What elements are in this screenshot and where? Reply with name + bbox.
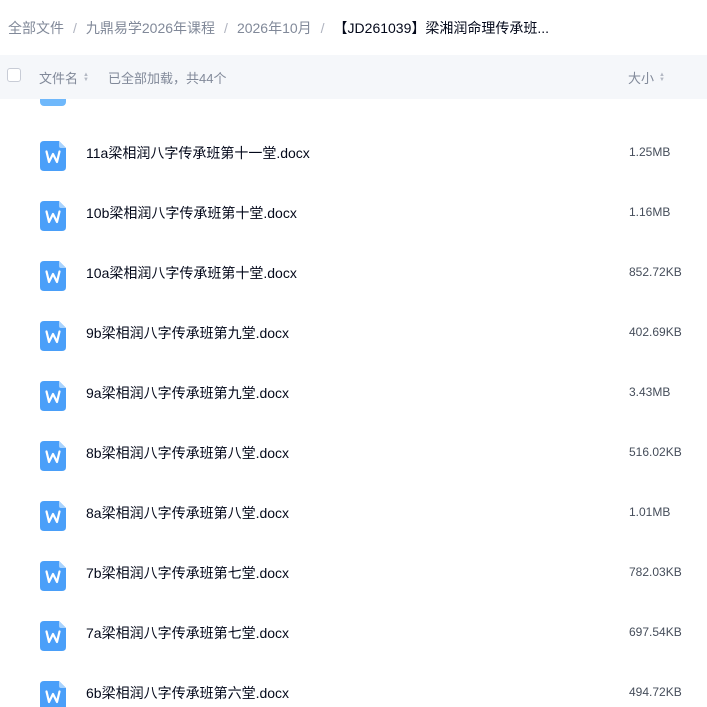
word-doc-icon bbox=[40, 201, 66, 236]
file-size: 697.54KB bbox=[629, 625, 682, 639]
file-name[interactable]: 9a梁相润八字传承班第九堂.docx bbox=[86, 383, 289, 403]
file-name[interactable]: 9b梁相润八字传承班第九堂.docx bbox=[86, 323, 289, 343]
column-header-size-label: 大小 bbox=[628, 71, 655, 86]
breadcrumb-item-all-files[interactable]: 全部文件 bbox=[8, 18, 64, 38]
file-row[interactable]: 9a梁相润八字传承班第九堂.docx 3.43MB bbox=[0, 362, 707, 422]
file-size: 1.25MB bbox=[629, 145, 671, 159]
word-doc-icon bbox=[40, 321, 66, 356]
select-all-checkbox[interactable] bbox=[7, 68, 21, 82]
file-name[interactable]: 7a梁相润八字传承班第七堂.docx bbox=[86, 623, 289, 643]
file-row[interactable]: 10a梁相润八字传承班第十堂.docx 852.72KB bbox=[0, 242, 707, 302]
file-name[interactable]: 6b梁相润八字传承班第六堂.docx bbox=[86, 683, 289, 703]
file-size: 402.69KB bbox=[629, 325, 682, 339]
word-doc-icon bbox=[40, 99, 66, 106]
file-size: 1.01MB bbox=[629, 505, 671, 519]
breadcrumb-item-course[interactable]: 九鼎易学2026年课程 bbox=[86, 18, 215, 38]
sort-icon[interactable]: ▲ ▼ bbox=[83, 72, 89, 83]
file-name[interactable]: 11a梁相润八字传承班第十一堂.docx bbox=[86, 143, 310, 163]
file-size: 494.72KB bbox=[629, 685, 682, 699]
file-row[interactable]: 7b梁相润八字传承班第七堂.docx 782.03KB bbox=[0, 542, 707, 602]
breadcrumb-item-current-folder: 【JD261039】梁湘润命理传承班... bbox=[333, 19, 550, 36]
file-row[interactable]: 7a梁相润八字传承班第七堂.docx 697.54KB bbox=[0, 602, 707, 662]
file-list-header: 文件名 ▲ ▼ 已全部加载，共44个 大小 ▲ ▼ bbox=[0, 55, 707, 99]
file-size: 782.03KB bbox=[629, 565, 682, 579]
file-name[interactable]: 10b梁相润八字传承班第十堂.docx bbox=[86, 203, 297, 223]
file-row[interactable]: 8b梁相润八字传承班第八堂.docx 516.02KB bbox=[0, 422, 707, 482]
file-name[interactable]: 8b梁相润八字传承班第八堂.docx bbox=[86, 443, 289, 463]
file-list: 11a梁相润八字传承班第十一堂.docx 1.25MB 10b梁相润八字传承班第… bbox=[0, 99, 707, 707]
breadcrumb-separator: / bbox=[73, 19, 77, 36]
word-doc-icon bbox=[40, 681, 66, 707]
word-doc-icon bbox=[40, 561, 66, 596]
file-size: 516.02KB bbox=[629, 445, 682, 459]
file-size: 1.16MB bbox=[629, 205, 671, 219]
breadcrumb-separator: / bbox=[320, 19, 325, 36]
column-header-name-label: 文件名 bbox=[39, 71, 79, 86]
breadcrumb-item-month[interactable]: 2026年10月 bbox=[237, 18, 312, 38]
word-doc-icon bbox=[40, 381, 66, 416]
file-row[interactable]: 8a梁相润八字传承班第八堂.docx 1.01MB bbox=[0, 482, 707, 542]
file-size: 852.72KB bbox=[629, 265, 682, 279]
breadcrumb: 全部文件 / 九鼎易学2026年课程 / 2026年10月 / 【JD26103… bbox=[0, 0, 707, 55]
file-name[interactable]: 8a梁相润八字传承班第八堂.docx bbox=[86, 503, 289, 523]
file-name[interactable]: 7b梁相润八字传承班第七堂.docx bbox=[86, 563, 289, 583]
word-doc-icon bbox=[40, 141, 66, 176]
word-doc-icon bbox=[40, 501, 66, 536]
word-doc-icon bbox=[40, 261, 66, 296]
file-row[interactable]: 10b梁相润八字传承班第十堂.docx 1.16MB bbox=[0, 182, 707, 242]
file-name[interactable]: 10a梁相润八字传承班第十堂.docx bbox=[86, 263, 297, 283]
column-header-size[interactable]: 大小 ▲ ▼ bbox=[628, 68, 665, 87]
sort-icon[interactable]: ▲ ▼ bbox=[659, 72, 665, 83]
breadcrumb-separator: / bbox=[224, 19, 228, 36]
file-row[interactable]: 11a梁相润八字传承班第十一堂.docx 1.25MB bbox=[0, 122, 707, 182]
word-doc-icon bbox=[40, 621, 66, 656]
word-doc-icon bbox=[40, 441, 66, 476]
loaded-count-text: 已全部加载，共44个 bbox=[108, 71, 227, 86]
file-row[interactable]: 9b梁相润八字传承班第九堂.docx 402.69KB bbox=[0, 302, 707, 362]
file-row[interactable]: 6b梁相润八字传承班第六堂.docx 494.72KB bbox=[0, 662, 707, 707]
column-header-name[interactable]: 文件名 ▲ ▼ bbox=[39, 68, 89, 87]
file-size: 3.43MB bbox=[629, 385, 671, 399]
